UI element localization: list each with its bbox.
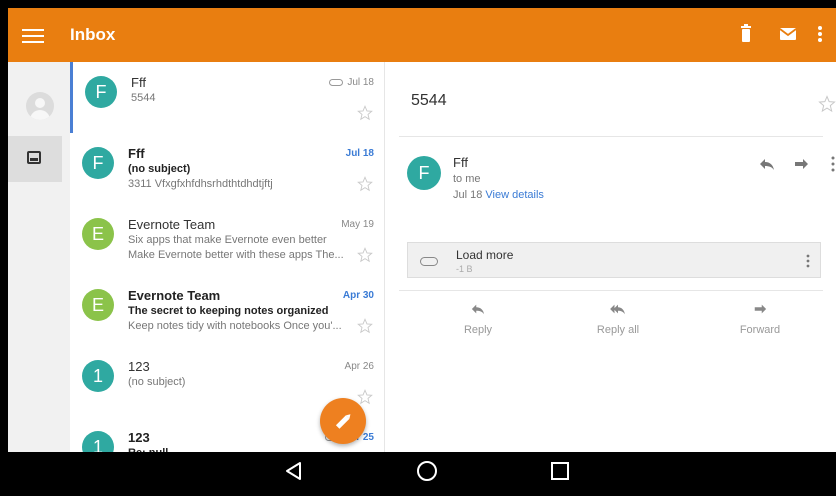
forward-label: Forward — [739, 324, 781, 336]
inbox-folder-button[interactable] — [8, 136, 62, 182]
reply-button[interactable]: Reply — [433, 302, 523, 338]
system-nav-bar — [8, 452, 836, 488]
message-subject: 5544 — [411, 92, 447, 109]
sender-name: 123 — [128, 430, 150, 445]
date-text: Apr 30 — [342, 290, 374, 301]
sender-avatar: F — [407, 156, 441, 190]
message-date: Apr 30 — [343, 290, 374, 301]
menu-icon[interactable] — [22, 25, 44, 45]
message-snippet: 3311 Vfxgfxhfdhsrhdthtdhdtjftj — [128, 178, 273, 190]
date-text: Jul 18 — [345, 148, 374, 159]
message-list: F Fff 5544 Jul 18 F Fff (no subject) 3311 Vfxgf… — [70, 62, 384, 452]
forward-icon[interactable] — [793, 156, 809, 172]
star-icon[interactable] — [356, 317, 374, 335]
compose-button[interactable] — [320, 398, 366, 444]
sender-name: Evernote Team — [128, 217, 216, 232]
reply-icon[interactable] — [759, 156, 775, 172]
message-list-item[interactable]: E Evernote Team The secret to keeping note… — [70, 275, 384, 347]
sender-name: Fff — [131, 75, 146, 90]
attachment-size: -1 B — [456, 264, 473, 274]
message-date: Jul 18 — [453, 189, 483, 201]
star-icon[interactable] — [817, 94, 836, 114]
sender-avatar: E — [82, 289, 114, 321]
account-rail — [8, 62, 70, 452]
sender-avatar: 1 — [82, 360, 114, 392]
message-subject: 5544 — [131, 92, 156, 104]
message-date: Apr 26 — [345, 361, 374, 372]
sender-name: Fff — [128, 146, 145, 161]
sender-name: Fff — [453, 155, 468, 170]
sender-avatar: 1 — [82, 431, 114, 452]
date-line: Jul 18 View details — [453, 189, 544, 201]
forward-icon — [754, 304, 767, 314]
message-date: May 19 — [341, 219, 374, 230]
message-list-item[interactable]: F Fff 5544 Jul 18 — [70, 62, 384, 134]
forward-button[interactable]: Forward — [715, 302, 805, 338]
sender-name: 123 — [128, 359, 150, 374]
app-window: Inbox F Fff 5544 Jul 18 F Fff (no subject) 3311… — [8, 8, 836, 488]
sender-name: Evernote Team — [128, 288, 221, 303]
view-details-link[interactable]: View details — [485, 189, 544, 201]
message-date: Jul 18 — [346, 148, 374, 159]
attachment-icon — [329, 78, 344, 86]
reply-all-label: Reply all — [596, 324, 640, 336]
star-icon[interactable] — [356, 246, 374, 264]
sender-avatar: F — [82, 147, 114, 179]
message-snippet: Keep notes tidy with notebooks Once you'… — [128, 320, 342, 332]
divider — [399, 290, 823, 291]
recipient-line: to me — [453, 173, 481, 185]
date-text: Jul 18 — [347, 77, 374, 88]
back-icon[interactable] — [284, 461, 304, 481]
reply-all-icon — [610, 304, 625, 315]
inbox-icon — [27, 151, 41, 164]
star-icon[interactable] — [356, 104, 374, 122]
message-list-item[interactable]: E Evernote Team Six apps that make Evernot… — [70, 204, 384, 276]
trash-icon[interactable] — [734, 22, 758, 46]
sender-avatar: E — [82, 218, 114, 250]
reply-icon — [471, 304, 485, 315]
reply-label: Reply — [463, 324, 493, 336]
message-list-item[interactable]: F Fff (no subject) 3311 Vfxgfxhfdhsrhdthtdh… — [70, 133, 384, 205]
overflow-menu-icon[interactable] — [806, 254, 810, 268]
sender-avatar: F — [85, 76, 117, 108]
overflow-menu-icon[interactable] — [808, 22, 832, 46]
app-bar: Inbox — [8, 8, 836, 62]
reply-all-button[interactable]: Reply all — [573, 302, 663, 338]
message-snippet: Make Evernote better with these apps The… — [128, 249, 344, 261]
mail-icon[interactable] — [776, 22, 800, 46]
divider — [399, 136, 823, 137]
message-subject: Six apps that make Evernote even better — [128, 234, 327, 246]
date-text: Apr 26 — [344, 361, 374, 372]
star-icon[interactable] — [356, 175, 374, 193]
pencil-icon — [335, 414, 351, 429]
message-date: Jul 18 — [329, 77, 374, 88]
account-avatar-icon[interactable] — [26, 92, 54, 120]
message-subject: The secret to keeping notes organized — [128, 305, 329, 317]
message-detail: 5544 F Fff to me Jul 18 View details Loa… — [384, 62, 836, 452]
overflow-menu-icon[interactable] — [831, 156, 835, 172]
message-subject: (no subject) — [128, 376, 186, 388]
attachment-name: Load more — [456, 248, 514, 262]
recents-icon[interactable] — [550, 461, 570, 481]
home-icon[interactable] — [416, 460, 438, 482]
page-title: Inbox — [70, 25, 116, 44]
attachment-icon — [420, 257, 438, 266]
message-subject: (no subject) — [128, 163, 191, 175]
attachment-item[interactable]: Load more -1 B — [407, 242, 821, 278]
date-text: May 19 — [341, 219, 374, 230]
